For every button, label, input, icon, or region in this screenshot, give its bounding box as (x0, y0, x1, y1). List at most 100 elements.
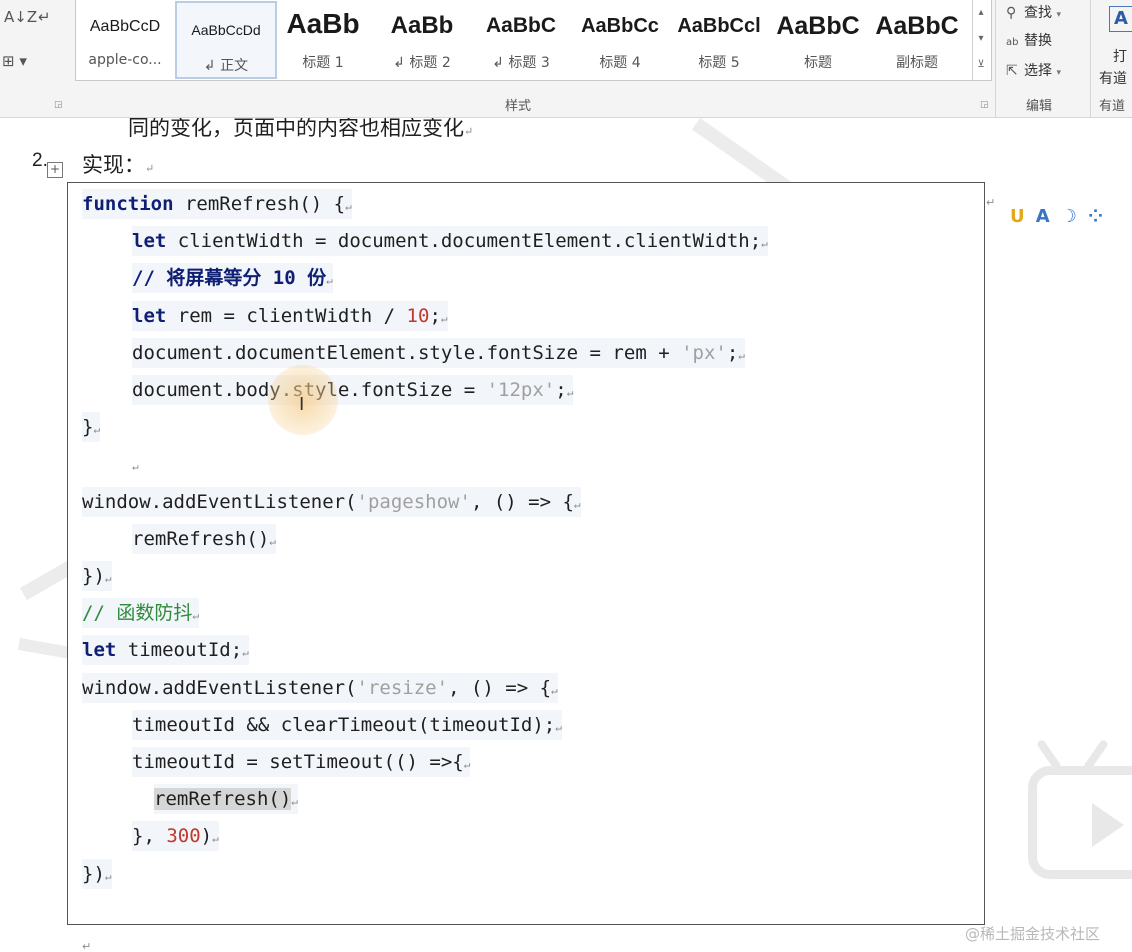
borders-icon[interactable]: ⊞ ▾ (2, 52, 27, 70)
style-sample: AaBb (390, 12, 454, 39)
style-gallery-item[interactable]: AaBbCcD apple-co... (76, 0, 174, 78)
code-token: let (132, 230, 167, 253)
previous-paragraph-text: 同的变化，页面中的内容也相应变化↵ (128, 118, 474, 140)
style-gallery-item[interactable]: AaBb 标题 1 (274, 0, 372, 78)
code-token: remRefresh() { (173, 193, 346, 215)
style-gallery-item[interactable]: AaBb ↲ 标题 2 (373, 0, 471, 78)
binoculars-icon: ⚲ (1006, 5, 1017, 21)
gallery-more-icon[interactable]: ⊻ (975, 54, 987, 76)
style-sample: AaBbC (875, 12, 959, 40)
style-name: 标题 4 (599, 55, 641, 71)
style-gallery-item[interactable]: AaBbCcDd ↲ 正文 (175, 1, 277, 79)
style-name: apple-co... (88, 52, 162, 68)
code-line: })↵ (82, 561, 112, 591)
youdao-button-text[interactable]: 打 (1113, 46, 1127, 66)
gallery-scroll: ▴ ▾ ⊻ (972, 0, 989, 80)
style-name: 标题 5 (698, 55, 740, 71)
paragraph-mark: ↵ (212, 832, 219, 846)
style-gallery-item[interactable]: AaBbC 副标题 (868, 0, 966, 78)
code-token: 'px' (681, 341, 727, 364)
code-token: rem = clientWidth / (166, 304, 407, 327)
code-token: remRefresh() (132, 527, 270, 550)
code-line: window.addEventListener('resize', () => … (82, 672, 558, 703)
code-token: document.documentElement.style.fontSize … (132, 341, 682, 364)
style-gallery-item[interactable]: AaBbCc 标题 4 (571, 0, 669, 78)
gallery-up-icon[interactable]: ▴ (975, 2, 987, 24)
code-token: let (132, 304, 167, 327)
paragraph-mark: ↵ (566, 386, 574, 399)
paragraph-mark: ↵ (291, 795, 298, 809)
find-label: 查找 (1024, 5, 1052, 21)
floating-toolbar: U A ☽ ⁘ (1010, 206, 1132, 234)
style-name: 标题 1 (302, 55, 344, 71)
code-token: timeoutId = setTimeout(() =>{ (132, 751, 464, 773)
code-line: let rem = clientWidth / 10;↵ (132, 300, 448, 331)
youdao-group-label: 有道 (1099, 99, 1126, 114)
cell-end-mark: ↵ (986, 196, 996, 209)
sort-icon[interactable]: A↓Z (4, 8, 37, 26)
floating-dots-icon[interactable]: ⁘ (1088, 206, 1103, 227)
code-token: timeoutId && clearTimeout(timeoutId); (132, 713, 556, 736)
code-token: , () => { (470, 490, 574, 513)
select-button[interactable]: ⇱ 选择 ▾ (1006, 60, 1061, 80)
code-line: remRefresh()↵ (154, 784, 298, 815)
code-token: timeoutId; (116, 639, 243, 662)
code-line: }, 300)↵ (132, 821, 219, 852)
code-token: // 将屏幕等分 10 份 (132, 267, 327, 290)
paragraph-mark: ↵ (761, 237, 768, 251)
code-token: 10 (406, 304, 430, 327)
style-sample: AaBbCcDd (191, 22, 261, 38)
paragraph-mark: ↵ (269, 534, 276, 548)
code-token: let (82, 639, 117, 662)
replace-icon: ab (1006, 37, 1019, 48)
style-name: 副标题 (896, 55, 938, 71)
section-heading: 实现：↵ (82, 153, 155, 177)
find-button[interactable]: ⚲ 查找 ▾ (1006, 2, 1061, 22)
youdao-group: A 打 有道 有道 (1090, 0, 1132, 117)
code-token: , () => { (448, 676, 552, 699)
styles-launcher-icon[interactable]: ◲ (980, 100, 989, 110)
code-token: 'pageshow' (356, 490, 471, 513)
replace-button[interactable]: ab 替换 (1006, 30, 1052, 50)
style-name: ↲ 标题 3 (492, 55, 550, 71)
code-line: // 函数防抖↵ (82, 598, 199, 629)
paragraph-mark: ↵ (132, 460, 139, 474)
edit-group: ⚲ 查找 ▾ ab 替换 ⇱ 选择 ▾ 编辑 (995, 0, 1091, 117)
paragraph-mark: ↵ (192, 609, 199, 623)
code-line: window.addEventListener('pageshow', () =… (82, 486, 581, 517)
code-line: document.documentElement.style.fontSize … (132, 337, 745, 368)
code-token: }, (132, 825, 167, 848)
select-label: 选择 (1024, 63, 1052, 79)
style-sample: AaBbC (776, 12, 860, 40)
paragraph-mark: ↵ (104, 869, 112, 883)
style-sample: AaBbC (485, 14, 556, 37)
gallery-down-icon[interactable]: ▾ (975, 28, 987, 50)
style-gallery-item[interactable]: AaBbC ↲ 标题 3 (472, 0, 570, 78)
style-gallery-item[interactable]: AaBbCcl 标题 5 (670, 0, 768, 78)
code-token: ; (726, 341, 739, 364)
floating-moon-icon[interactable]: ☽ (1061, 206, 1077, 227)
document-canvas[interactable]: 同的变化，页面中的内容也相应变化↵ 2. + 实现：↵ function rem… (0, 118, 1132, 952)
paragraph-launcher-icon[interactable]: ◲ (54, 100, 63, 110)
code-token: window.addEventListener( (82, 490, 357, 513)
paragraph-mark: ↵ (104, 572, 112, 585)
youdao-translate-icon[interactable]: A (1109, 6, 1132, 32)
code-line: document.body.style.fontSize = '12px';↵ (132, 375, 574, 405)
replace-label: 替换 (1024, 33, 1052, 49)
code-table-cell[interactable]: function remRefresh() {↵ let clientWidth … (67, 182, 985, 925)
code-token: window.addEventListener( (82, 676, 357, 699)
floating-font-icon[interactable]: A (1036, 206, 1050, 227)
code-token: '12px' (486, 379, 556, 401)
floating-tool-icon[interactable]: U (1010, 206, 1025, 227)
code-token: 300 (166, 825, 201, 848)
code-token: remRefresh() (154, 788, 292, 811)
style-gallery-item[interactable]: AaBbC 标题 (769, 0, 867, 78)
play-icon (1092, 803, 1124, 847)
style-name: ↲ 标题 2 (393, 55, 451, 71)
show-paragraph-marks-icon[interactable]: ↵ (38, 8, 51, 26)
code-line: // 将屏幕等分 10 份↵ (132, 263, 333, 294)
code-line: })↵ (82, 858, 112, 889)
table-move-handle-icon[interactable]: + (47, 162, 63, 178)
code-token: }) (82, 862, 105, 885)
code-line: let timeoutId;↵ (82, 635, 249, 666)
